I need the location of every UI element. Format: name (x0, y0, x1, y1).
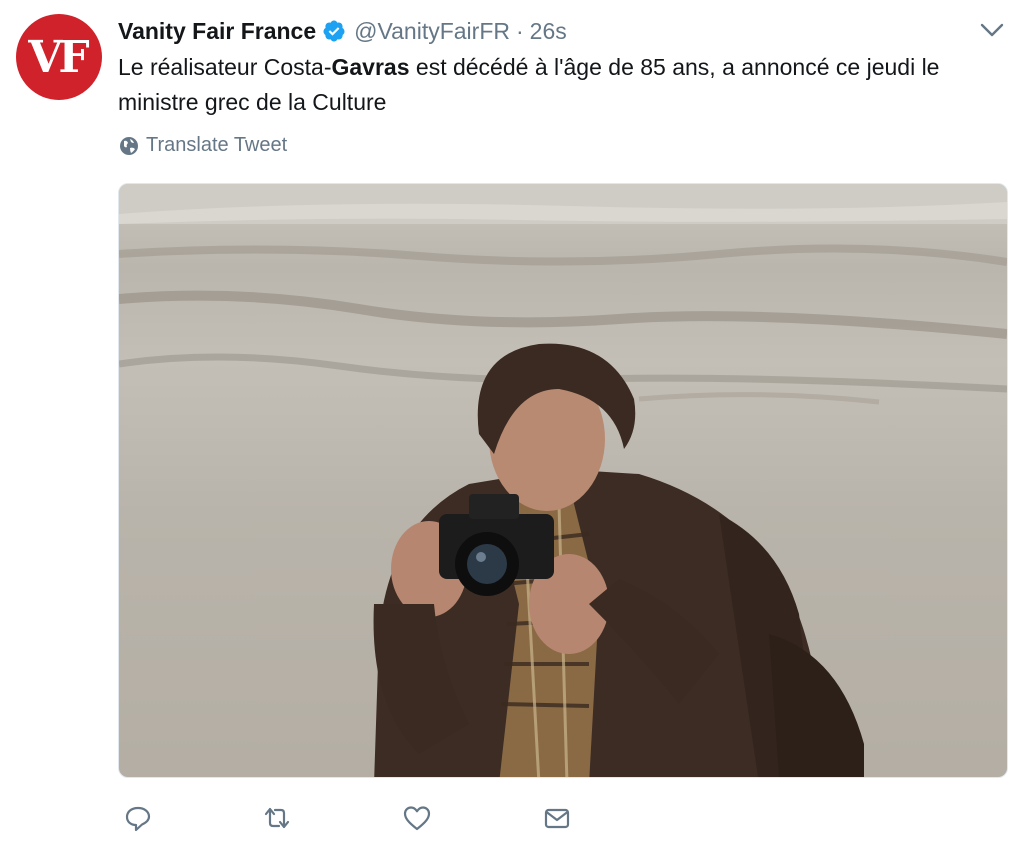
envelope-icon[interactable] (537, 798, 577, 838)
author-handle[interactable]: @VanityFairFR (354, 18, 510, 45)
author-name[interactable]: Vanity Fair France (118, 18, 316, 45)
timestamp[interactable]: 26s (530, 18, 567, 45)
verified-badge-icon (322, 19, 346, 43)
separator-dot: · (515, 17, 524, 44)
tweet-header: Vanity Fair France @VanityFairFR · 26s (118, 14, 944, 48)
tweet-text-part1: Le réalisateur Costa- (118, 54, 332, 80)
reply-icon[interactable] (118, 798, 158, 838)
globe-icon (118, 135, 140, 157)
tweet-text-bold: Gavras (331, 54, 410, 80)
tweet-text: Le réalisateur Costa-Gavras est décédé à… (118, 50, 1008, 120)
avatar-logo-text: VF (28, 31, 89, 83)
translate-label: Translate Tweet (146, 134, 288, 156)
chevron-down-icon[interactable] (978, 18, 1006, 42)
avatar[interactable]: VF (16, 14, 102, 100)
tweet-actions (118, 798, 678, 838)
tweet-photo[interactable] (118, 183, 1008, 778)
translate-tweet-link[interactable]: Translate Tweet (118, 134, 287, 157)
heart-icon[interactable] (397, 798, 437, 838)
retweet-icon[interactable] (257, 798, 297, 838)
